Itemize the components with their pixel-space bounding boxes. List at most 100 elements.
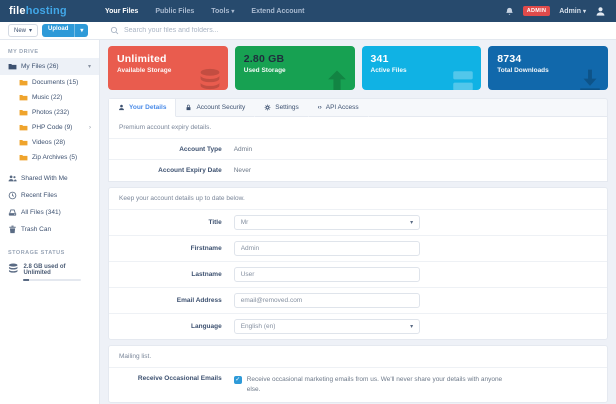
mailing-label: Receive Occasional Emails (119, 375, 234, 382)
tab-account-security[interactable]: Account Security (176, 99, 255, 117)
storage-progress-bar (23, 279, 81, 281)
folder-icon (19, 108, 28, 117)
people-icon (8, 174, 17, 183)
app-logo[interactable]: filehosting (0, 5, 100, 17)
navbar-right: ADMIN Admin ▾ (505, 6, 616, 17)
language-select[interactable]: English (en) ▾ (234, 319, 420, 334)
folder-icon (19, 138, 28, 147)
sidebar-item-zip-archives[interactable]: Zip Archives (5) (0, 150, 99, 165)
arrow-up-icon (324, 68, 350, 90)
sidebar-item-shared-with-me[interactable]: Shared With Me (0, 170, 99, 187)
chevron-down-icon: ▾ (88, 63, 91, 70)
sidebar-item-videos[interactable]: Videos (28) (0, 135, 99, 150)
mailing-description: Receive occasional marketing emails from… (247, 375, 510, 395)
sidebar-item-php-code[interactable]: PHP Code (9) › (0, 120, 99, 135)
top-navbar: filehosting Your Files Public Files Tool… (0, 0, 616, 22)
sidebar-item-recent-files[interactable]: Recent Files (0, 187, 99, 204)
folder-icon (19, 78, 28, 87)
download-icon (577, 68, 603, 90)
account-type-label: Account Type (119, 146, 234, 153)
language-label: Language (119, 323, 234, 330)
stat-total-downloads: 8734 Total Downloads (488, 46, 608, 90)
avatar-icon[interactable] (595, 6, 606, 17)
premium-section-heading: Premium account expiry details. (109, 117, 607, 139)
clock-icon (8, 191, 17, 200)
chevron-down-icon: ▾ (410, 323, 413, 330)
tab-your-details[interactable]: Your Details (109, 99, 176, 117)
sidebar-item-all-files[interactable]: All Files (341) (0, 204, 99, 221)
nav-your-files[interactable]: Your Files (105, 8, 138, 15)
my-drive-header: MY DRIVE (0, 44, 99, 58)
folder-icon (19, 153, 28, 162)
chevron-down-icon: ▾ (583, 9, 586, 15)
search-bar (100, 26, 616, 35)
chevron-down-icon: ▾ (410, 219, 413, 226)
main-nav: Your Files Public Files Tools▾ Extend Ac… (105, 8, 304, 15)
sidebar-item-trash-can[interactable]: Trash Can (0, 221, 99, 238)
mailing-section-heading: Mailing list. (109, 346, 607, 368)
account-expiry-value: Never (234, 167, 251, 174)
admin-badge: ADMIN (523, 6, 551, 16)
account-details-panel: Keep your account details up to date bel… (108, 187, 608, 340)
search-input[interactable] (124, 27, 424, 34)
chevron-down-icon: ▾ (231, 8, 234, 15)
mailing-row: Receive Occasional Emails ✓ Receive occa… (109, 368, 607, 402)
title-row: Title Mr ▾ (109, 210, 607, 236)
stat-cards: Unlimited Available Storage 2.80 GB Used… (108, 46, 608, 90)
storage-usage-text: 2.8 GB used of Unlimited (23, 263, 91, 276)
new-button[interactable]: New▾ (8, 24, 38, 37)
folder-icon (19, 93, 28, 102)
stat-active-files: 341 Active Files (362, 46, 482, 90)
nav-tools[interactable]: Tools▾ (211, 8, 234, 15)
nav-extend-account[interactable]: Extend Account (251, 8, 304, 15)
sidebar-item-photos[interactable]: Photos (232) (0, 105, 99, 120)
sidebar-item-music[interactable]: Music (22) (0, 90, 99, 105)
drive-icon (8, 208, 17, 217)
nav-public-files[interactable]: Public Files (155, 8, 194, 15)
logo-hosting: hosting (26, 5, 67, 17)
gear-icon (264, 104, 271, 111)
email-field[interactable] (234, 293, 420, 308)
account-expiry-label: Account Expiry Date (119, 167, 234, 174)
chevron-down-icon: ▾ (29, 27, 32, 34)
tabbar-filler (369, 99, 607, 117)
file-actions: New▾ Upload ▾ (0, 24, 100, 37)
lastname-row: Lastname (109, 262, 607, 288)
sidebar-item-my-files[interactable]: My Files (26) ▾ (0, 58, 99, 75)
user-menu[interactable]: Admin ▾ (559, 8, 586, 15)
email-row: Email Address (109, 288, 607, 314)
mailing-checkbox[interactable]: ✓ (234, 376, 242, 384)
user-icon (118, 104, 125, 111)
details-section-heading: Keep your account details up to date bel… (109, 188, 607, 210)
upload-button[interactable]: Upload ▾ (42, 24, 88, 37)
title-select[interactable]: Mr ▾ (234, 215, 420, 230)
title-label: Title (119, 219, 234, 226)
chevron-right-icon: › (89, 125, 91, 131)
lastname-label: Lastname (119, 271, 234, 278)
account-type-row: Account Type Admin (109, 139, 607, 160)
main-content: Unlimited Available Storage 2.80 GB Used… (100, 40, 616, 404)
lastname-field[interactable] (234, 267, 420, 282)
language-row: Language English (en) ▾ (109, 314, 607, 339)
sidebar: MY DRIVE My Files (26) ▾ Documents (15) … (0, 40, 100, 404)
drive-icon (450, 68, 476, 90)
sidebar-item-documents[interactable]: Documents (15) (0, 75, 99, 90)
firstname-field[interactable] (234, 241, 420, 256)
logo-file: file (9, 5, 26, 17)
storage-status-header: STORAGE STATUS (0, 245, 99, 259)
bell-icon[interactable] (505, 7, 514, 16)
email-label: Email Address (119, 297, 234, 304)
action-toolbar: New▾ Upload ▾ (0, 22, 616, 40)
account-type-value: Admin (234, 146, 252, 153)
storage-status: 2.8 GB used of Unlimited (0, 259, 99, 285)
search-icon (110, 26, 119, 35)
stat-available-storage: Unlimited Available Storage (108, 46, 228, 90)
folder-icon (19, 123, 28, 132)
firstname-label: Firstname (119, 245, 234, 252)
account-tabs: Your Details Account Security Settings ‹… (108, 98, 608, 117)
mailing-list-panel: Mailing list. Receive Occasional Emails … (108, 345, 608, 403)
chevron-down-icon[interactable]: ▾ (74, 24, 88, 37)
tab-settings[interactable]: Settings (255, 99, 309, 117)
firstname-row: Firstname (109, 236, 607, 262)
tab-api-access[interactable]: ‹› API Access (309, 99, 369, 117)
